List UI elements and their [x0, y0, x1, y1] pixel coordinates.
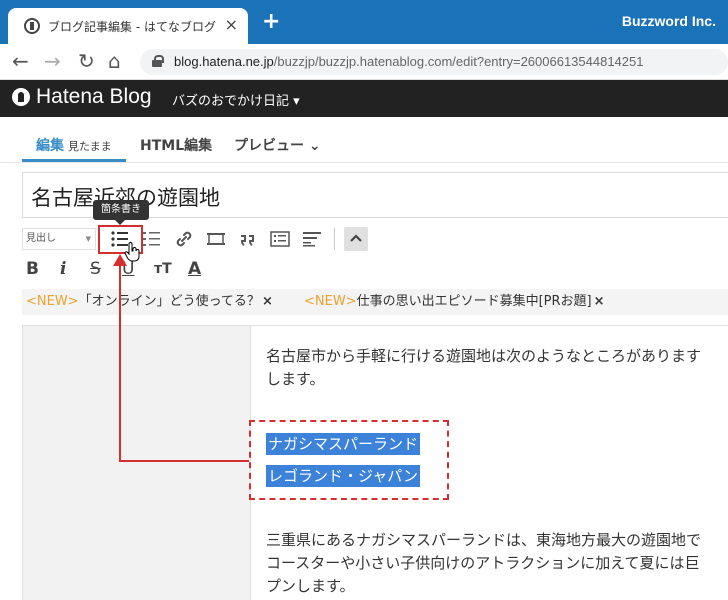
forward-icon[interactable]: →: [44, 51, 61, 71]
text-color-button[interactable]: A: [188, 258, 201, 280]
editor-mode-tabs: 編集 見たまま HTML編集 プレビュー ⌄: [0, 117, 728, 163]
body-paragraph: します。: [266, 370, 325, 388]
strikethrough-button[interactable]: S: [90, 258, 101, 280]
tab-title: ブログ記事編集 - はてなブログ: [48, 20, 216, 34]
url-text: blog.hatena.ne.jp/buzzjp/buzzjp.hatenabl…: [174, 54, 643, 69]
annotation-arrow-line: [119, 258, 121, 462]
news-item[interactable]: <NEW>仕事の思い出エピソード募集中[PRお題] ×: [304, 289, 605, 315]
lock-icon[interactable]: [152, 55, 164, 67]
hatena-blog-title[interactable]: Hatena Blog: [36, 85, 152, 109]
tab-close-icon[interactable]: ×: [225, 15, 238, 34]
close-icon[interactable]: ×: [594, 294, 605, 309]
body-paragraph: コースターや小さい子供向けのアトラクションに加えて夏には巨: [266, 554, 700, 572]
body-paragraph: 三重県にあるナガシマスパーランドは、東海地方最大の遊園地で: [266, 531, 702, 549]
news-text: 仕事の思い出エピソード募集中[PRお題]: [356, 294, 592, 309]
back-icon[interactable]: ←: [12, 51, 29, 71]
numbered-list-icon[interactable]: [140, 227, 164, 251]
tab-edit-sublabel: 見たまま: [68, 140, 112, 153]
tab-edit-label: 編集: [36, 138, 64, 154]
quote-icon[interactable]: [236, 227, 260, 251]
browser-tab[interactable]: ブログ記事編集 - はてなブログ ×: [8, 8, 248, 44]
heading-select[interactable]: 見出し ▼: [22, 228, 96, 250]
favicon-icon: [24, 18, 40, 34]
chevron-down-icon: ▼: [85, 235, 91, 243]
url-host: blog.hatena.ne.jp: [174, 54, 274, 69]
heading-select-value: 見出し: [26, 233, 56, 244]
url-path: /buzzjp/buzzjp.hatenablog.com/edit?entry…: [273, 54, 644, 69]
tooltip: 箇条書き: [93, 200, 149, 225]
news-item[interactable]: <NEW>「オンライン」どう使ってる？ ×: [26, 289, 273, 315]
table-of-contents-icon[interactable]: [268, 227, 292, 251]
blog-selector[interactable]: バズのおでかけ日記 ▾: [172, 90, 300, 109]
selection-annotation-box: [249, 420, 449, 500]
browser-titlebar: ブログ記事編集 - はてなブログ × + Buzzword Inc.: [0, 0, 728, 44]
toolbar-divider: [334, 228, 335, 250]
collapse-toolbar-button[interactable]: [344, 227, 368, 251]
hatena-logo-icon[interactable]: [12, 88, 30, 106]
body-paragraph: プンします。: [266, 577, 355, 595]
new-tab-button[interactable]: +: [262, 11, 280, 33]
italic-button[interactable]: i: [60, 258, 66, 280]
footnote-icon[interactable]: [300, 227, 324, 251]
hatena-header: Hatena Blog バズのおでかけ日記 ▾: [0, 80, 728, 117]
address-bar-row: ← → ↻ ⌂ blog.hatena.ne.jp/buzzjp/buzzjp.…: [0, 44, 728, 80]
tab-edit[interactable]: 編集 見たまま: [36, 135, 112, 155]
tab-html[interactable]: HTML編集: [140, 135, 212, 155]
chevron-up-icon: [350, 234, 362, 242]
font-size-button[interactable]: тT: [154, 258, 172, 280]
reload-icon[interactable]: ↻: [78, 51, 95, 71]
profile-name: Buzzword Inc.: [621, 13, 716, 29]
url-input[interactable]: blog.hatena.ne.jp/buzzjp/buzzjp.hatenabl…: [140, 49, 728, 75]
news-new-tag: <NEW>: [26, 294, 79, 309]
hand-cursor-icon: [124, 242, 140, 262]
active-tab-indicator: [22, 159, 126, 162]
home-icon[interactable]: ⌂: [108, 51, 121, 71]
news-text: 「オンライン」どう使ってる？: [78, 294, 260, 309]
close-icon[interactable]: ×: [262, 294, 273, 309]
bold-button[interactable]: B: [26, 258, 39, 280]
news-bar: <NEW>「オンライン」どう使ってる？ × <NEW>仕事の思い出エピソード募集中…: [22, 289, 728, 315]
read-more-icon[interactable]: [204, 227, 228, 251]
editor-sidebar: [22, 325, 251, 600]
tab-preview[interactable]: プレビュー ⌄: [234, 135, 321, 155]
link-icon[interactable]: [172, 227, 196, 251]
annotation-arrow-line: [119, 460, 249, 462]
body-paragraph: 名古屋市から手軽に行ける遊園地は次のようなところがあります: [266, 347, 702, 365]
news-new-tag: <NEW>: [304, 294, 357, 309]
